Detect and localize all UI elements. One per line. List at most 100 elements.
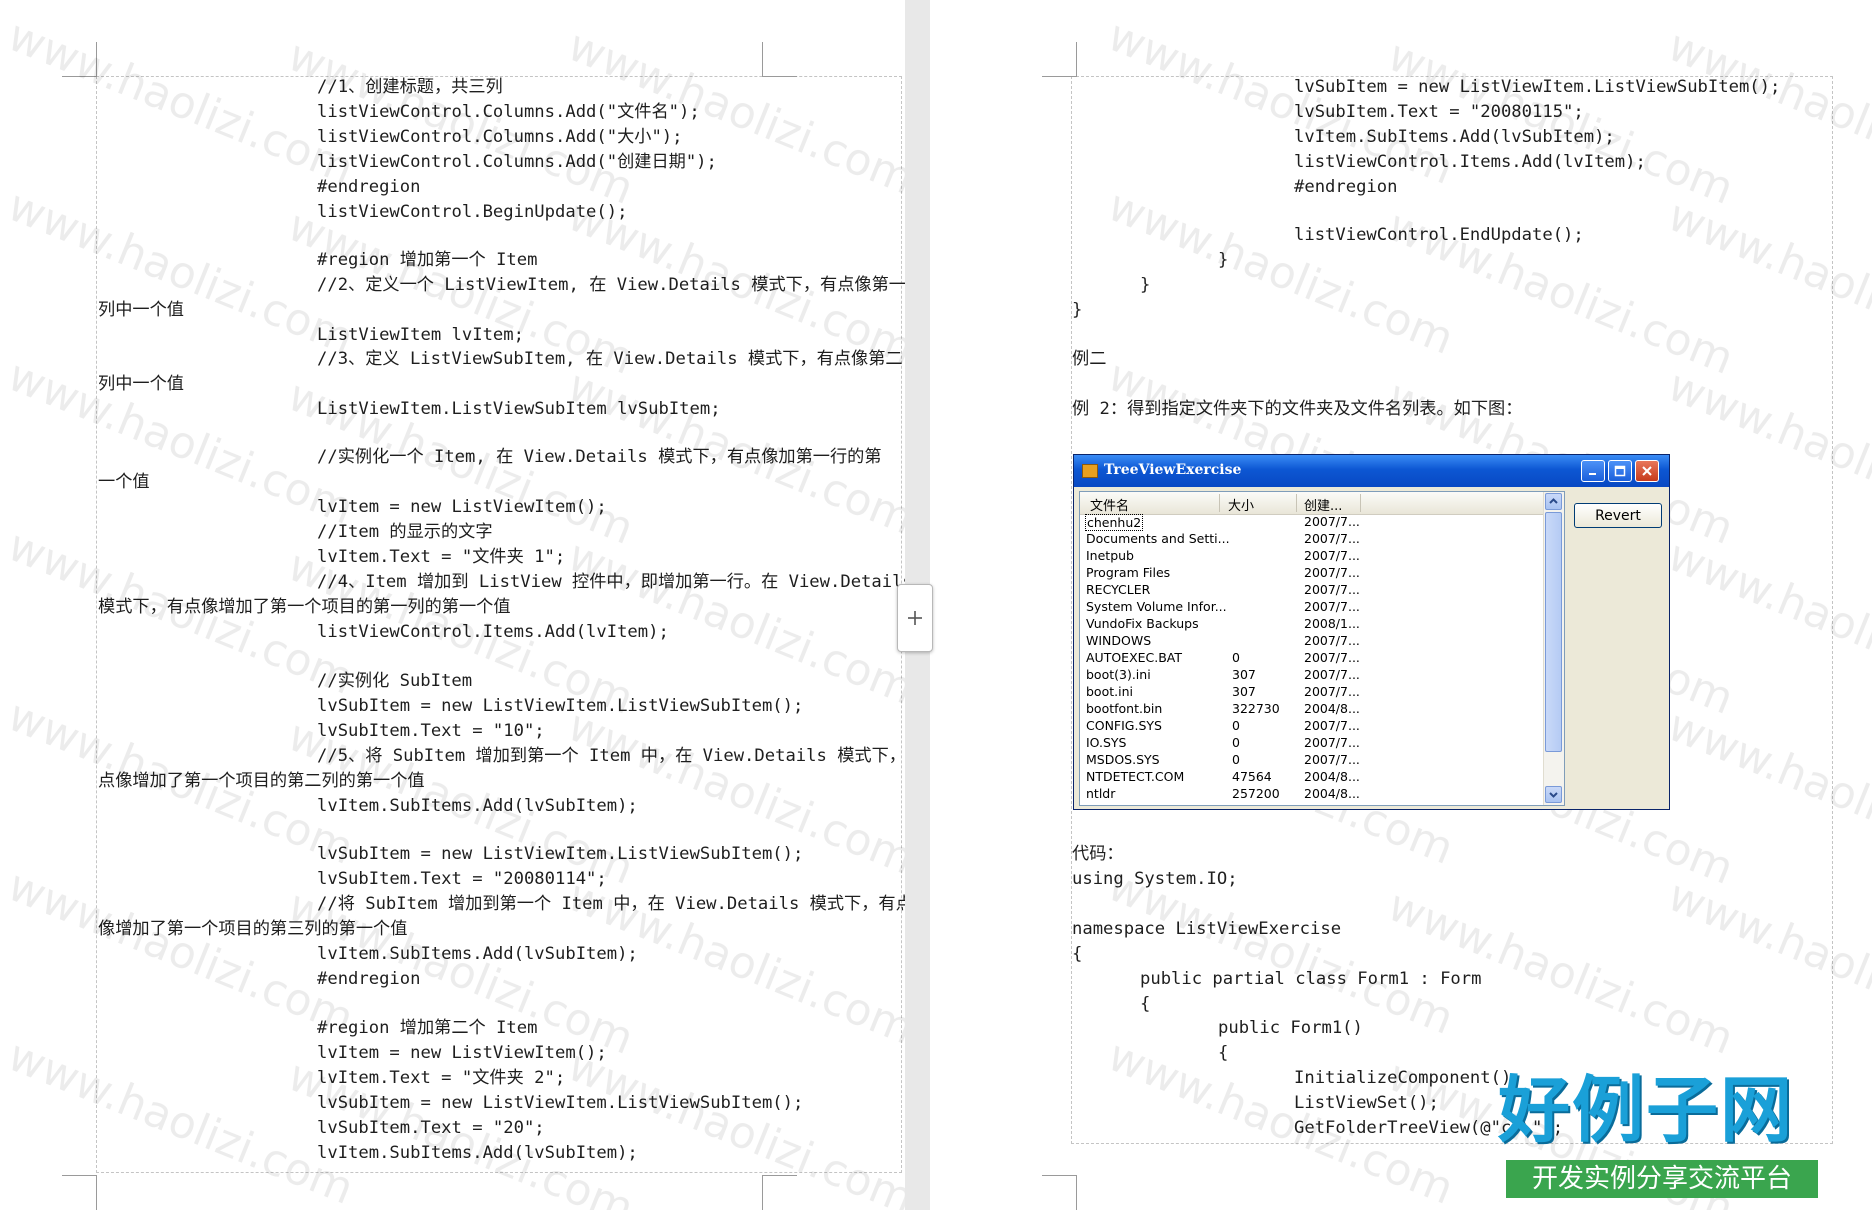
expand-button[interactable] bbox=[897, 584, 933, 652]
code-line: { bbox=[1218, 1043, 1229, 1063]
file-date-cell: 2007/7... bbox=[1304, 718, 1360, 733]
file-date-cell: 2007/7... bbox=[1304, 531, 1360, 546]
chevron-up-icon bbox=[1549, 498, 1558, 504]
file-name-cell: WINDOWS bbox=[1086, 633, 1152, 648]
file-date-cell: 2007/7... bbox=[1304, 684, 1360, 699]
corner-mark bbox=[1042, 42, 1077, 77]
file-name-cell: boot.ini bbox=[1086, 684, 1133, 699]
list-row[interactable]: RECYCLER 2007/7... bbox=[1080, 582, 1544, 599]
logo-title: 好例子网 bbox=[1498, 1068, 1795, 1152]
code-line: #endregion bbox=[1294, 177, 1398, 197]
close-button[interactable] bbox=[1635, 460, 1659, 482]
file-name-cell: Program Files bbox=[1086, 565, 1171, 580]
list-row[interactable]: boot.ini 307 2007/7... bbox=[1080, 684, 1544, 701]
list-row[interactable]: AUTOEXEC.BAT 0 2007/7... bbox=[1080, 650, 1544, 667]
file-size-cell: 322730 bbox=[1232, 701, 1280, 716]
file-date-cell: 2007/7... bbox=[1304, 514, 1360, 529]
treeview-exercise-window: TreeViewExercise 文件名 大小 创建... chenhu2 200… bbox=[1073, 454, 1670, 810]
file-date-cell: 2004/8... bbox=[1304, 769, 1360, 784]
file-name-cell: boot(3).ini bbox=[1086, 667, 1151, 682]
file-size-cell: 47564 bbox=[1232, 769, 1272, 784]
file-name-cell: NTDETECT.COM bbox=[1086, 769, 1185, 784]
scroll-down-arrow[interactable] bbox=[1545, 786, 1562, 803]
file-date-cell: 2007/7... bbox=[1304, 752, 1360, 767]
list-row[interactable]: boot(3).ini 307 2007/7... bbox=[1080, 667, 1544, 684]
minimize-button[interactable] bbox=[1581, 460, 1605, 482]
chevron-down-icon bbox=[1549, 792, 1558, 798]
file-date-cell: 2007/7... bbox=[1304, 565, 1360, 580]
list-row[interactable]: ntldr 257200 2004/8... bbox=[1080, 786, 1544, 803]
file-date-cell: 2004/8... bbox=[1304, 701, 1360, 716]
column-separator bbox=[1296, 494, 1297, 512]
file-name-cell: System Volume Infor... bbox=[1086, 599, 1227, 614]
code-line: 例二 bbox=[1072, 349, 1107, 369]
file-list-view[interactable]: 文件名 大小 创建... chenhu2 2007/7... Documents … bbox=[1079, 491, 1565, 806]
revert-button[interactable]: Revert bbox=[1574, 503, 1662, 528]
list-row[interactable]: CONFIG.SYS 0 2007/7... bbox=[1080, 718, 1544, 735]
list-row[interactable]: NTDETECT.COM 47564 2004/8... bbox=[1080, 769, 1544, 786]
list-row[interactable]: Program Files 2007/7... bbox=[1080, 565, 1544, 582]
code-line: { bbox=[1140, 994, 1151, 1014]
list-row[interactable]: bootfont.bin 322730 2004/8... bbox=[1080, 701, 1544, 718]
logo-subtitle: 开发实例分享交流平台 bbox=[1506, 1160, 1818, 1198]
file-date-cell: 2004/8... bbox=[1304, 786, 1360, 801]
corner-mark bbox=[1042, 1175, 1077, 1210]
file-name-cell: VundoFix Backups bbox=[1086, 616, 1199, 631]
file-date-cell: 2007/7... bbox=[1304, 633, 1360, 648]
file-date-cell: 2007/7... bbox=[1304, 735, 1360, 750]
file-name-cell: RECYCLER bbox=[1086, 582, 1151, 597]
list-row[interactable]: IO.SYS 0 2007/7... bbox=[1080, 735, 1544, 752]
window-title: TreeViewExercise bbox=[1104, 462, 1242, 478]
file-name-cell: AUTOEXEC.BAT bbox=[1086, 650, 1183, 665]
code-line: { bbox=[1072, 944, 1083, 964]
code-line: 代码： bbox=[1072, 844, 1124, 864]
file-date-cell: 2007/7... bbox=[1304, 582, 1360, 597]
list-row[interactable]: Documents and Setti... 2007/7... bbox=[1080, 531, 1544, 548]
column-separator bbox=[1219, 494, 1220, 512]
list-row[interactable]: chenhu2 2007/7... bbox=[1080, 514, 1544, 531]
list-row[interactable]: System Volume Infor... 2007/7... bbox=[1080, 599, 1544, 616]
file-name-cell: chenhu2 bbox=[1085, 514, 1144, 531]
file-date-cell: 2007/7... bbox=[1304, 650, 1360, 665]
file-name-cell: ntldr bbox=[1086, 786, 1116, 801]
code-line: 一个值 bbox=[98, 472, 150, 492]
code-line: public Form1() bbox=[1218, 1018, 1363, 1038]
list-row[interactable]: Inetpub 2007/7... bbox=[1080, 548, 1544, 565]
file-size-cell: 0 bbox=[1232, 735, 1240, 750]
corner-mark bbox=[62, 1175, 97, 1210]
file-size-cell: 0 bbox=[1232, 650, 1240, 665]
file-size-cell: 0 bbox=[1232, 718, 1240, 733]
file-name-cell: MSDOS.SYS bbox=[1086, 752, 1160, 767]
plus-icon bbox=[908, 611, 922, 625]
app-icon bbox=[1082, 464, 1098, 478]
list-row[interactable]: VundoFix Backups 2008/1... bbox=[1080, 616, 1544, 633]
minimize-icon bbox=[1589, 473, 1596, 475]
column-header-name[interactable]: 文件名 bbox=[1090, 495, 1129, 514]
file-date-cell: 2007/7... bbox=[1304, 548, 1360, 563]
close-icon bbox=[1642, 466, 1652, 476]
list-row[interactable]: WINDOWS 2007/7... bbox=[1080, 633, 1544, 650]
column-header-created[interactable]: 创建... bbox=[1304, 495, 1342, 514]
scroll-up-arrow[interactable] bbox=[1545, 493, 1562, 510]
file-size-cell: 0 bbox=[1232, 752, 1240, 767]
file-name-cell: Inetpub bbox=[1086, 548, 1134, 563]
scroll-thumb[interactable] bbox=[1545, 512, 1562, 752]
column-header-size[interactable]: 大小 bbox=[1228, 495, 1254, 514]
column-separator bbox=[1360, 494, 1361, 512]
file-name-cell: IO.SYS bbox=[1086, 735, 1127, 750]
file-date-cell: 2007/7... bbox=[1304, 667, 1360, 682]
vertical-scrollbar[interactable] bbox=[1543, 492, 1564, 805]
maximize-button[interactable] bbox=[1608, 460, 1632, 482]
file-size-cell: 307 bbox=[1232, 684, 1256, 699]
site-logo: 好例子网 开发实例分享交流平台 bbox=[1498, 1070, 1828, 1200]
code-line: 列中一个值 bbox=[98, 300, 184, 320]
file-name-cell: Documents and Setti... bbox=[1086, 531, 1230, 546]
maximize-icon bbox=[1614, 465, 1626, 477]
file-size-cell: 307 bbox=[1232, 667, 1256, 682]
list-header: 文件名 大小 创建... bbox=[1080, 492, 1544, 515]
file-name-cell: CONFIG.SYS bbox=[1086, 718, 1162, 733]
code-line: } bbox=[1072, 300, 1083, 320]
file-name-cell: bootfont.bin bbox=[1086, 701, 1163, 716]
left-page: //1、创建标题，共三列 listViewControl.Columns.Add… bbox=[0, 0, 905, 1210]
list-row[interactable]: MSDOS.SYS 0 2007/7... bbox=[1080, 752, 1544, 769]
